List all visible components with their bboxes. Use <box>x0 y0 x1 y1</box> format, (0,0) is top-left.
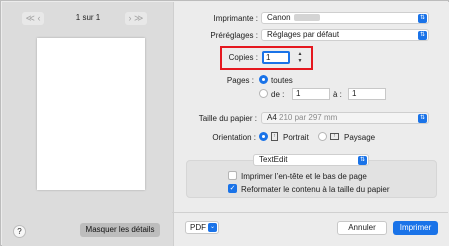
header-footer-label: Imprimer l’en-tête et le bas de page <box>241 172 367 181</box>
help-button[interactable]: ? <box>13 225 26 238</box>
paper-size-label: Taille du papier : <box>198 114 257 123</box>
pages-from-label: de : <box>271 90 285 99</box>
printer-value: Canon <box>267 13 291 22</box>
pages-all-label: toutes <box>271 76 293 85</box>
paper-size-select[interactable]: A4 210 par 297 mm ⇅ <box>261 112 429 124</box>
app-section-select[interactable]: TextEdit ⇅ <box>253 154 369 166</box>
pages-label: Pages : <box>226 76 254 85</box>
orientation-label: Orientation : <box>212 133 256 142</box>
pdf-label: PDF <box>190 223 206 232</box>
paper-size-value: A4 <box>267 113 277 122</box>
portrait-label: Portrait <box>283 133 309 142</box>
copies-label: Copies : <box>228 53 258 62</box>
portrait-radio[interactable] <box>259 132 268 141</box>
paper-size-detail: 210 par 297 mm <box>279 113 338 122</box>
pages-from-field[interactable]: 1 <box>292 88 330 100</box>
portrait-icon: ↑ <box>271 132 278 141</box>
page-preview <box>37 38 145 190</box>
chevron-down-icon: ⌄ <box>208 223 217 232</box>
printer-select[interactable]: Canon ⇅ <box>261 12 429 24</box>
chevron-updown-icon: ⇅ <box>418 31 427 40</box>
copies-field[interactable]: 1 <box>262 51 290 64</box>
cancel-button[interactable]: Annuler <box>337 221 387 235</box>
header-footer-checkbox[interactable] <box>228 171 237 180</box>
footer-divider <box>172 212 448 213</box>
landscape-icon: ↑ <box>330 133 339 140</box>
chevron-updown-icon: ⇅ <box>418 14 427 23</box>
redacted-printer-name <box>293 14 320 22</box>
fit-content-checkbox[interactable]: ✓ <box>228 184 237 193</box>
double-chevron-left-icon: ≪ ‹ <box>25 13 41 23</box>
chevron-updown-icon: ⇅ <box>418 114 427 123</box>
pages-range-radio[interactable] <box>259 89 268 98</box>
checkmark-icon: ✓ <box>229 185 236 192</box>
presets-select[interactable]: Réglages par défaut ⇅ <box>261 29 429 41</box>
fit-content-label: Reformater le contenu à la taille du pap… <box>241 185 390 194</box>
pages-to-label: à : <box>333 90 342 99</box>
print-button[interactable]: Imprimer <box>393 221 438 235</box>
next-page-button[interactable]: › ≫ <box>125 12 147 25</box>
presets-value: Réglages par défaut <box>267 30 340 39</box>
page-indicator: 1 sur 1 <box>75 13 101 22</box>
landscape-radio[interactable] <box>318 132 327 141</box>
double-chevron-right-icon: › ≫ <box>128 13 144 23</box>
hide-details-button[interactable]: Masquer les détails <box>80 223 160 237</box>
printer-label: Imprimante : <box>213 14 258 23</box>
pages-all-radio[interactable] <box>259 75 268 84</box>
landscape-label: Paysage <box>344 133 376 142</box>
presets-label: Préréglages : <box>210 31 258 40</box>
app-section-value: TextEdit <box>259 155 288 164</box>
pdf-menu-button[interactable]: PDF ⌄ <box>185 221 219 234</box>
pages-to-field[interactable]: 1 <box>348 88 386 100</box>
chevron-updown-icon: ⇅ <box>358 156 367 165</box>
stepper-icon[interactable]: ▲ ▼ <box>296 51 304 65</box>
previous-page-button[interactable]: ≪ ‹ <box>22 12 44 25</box>
